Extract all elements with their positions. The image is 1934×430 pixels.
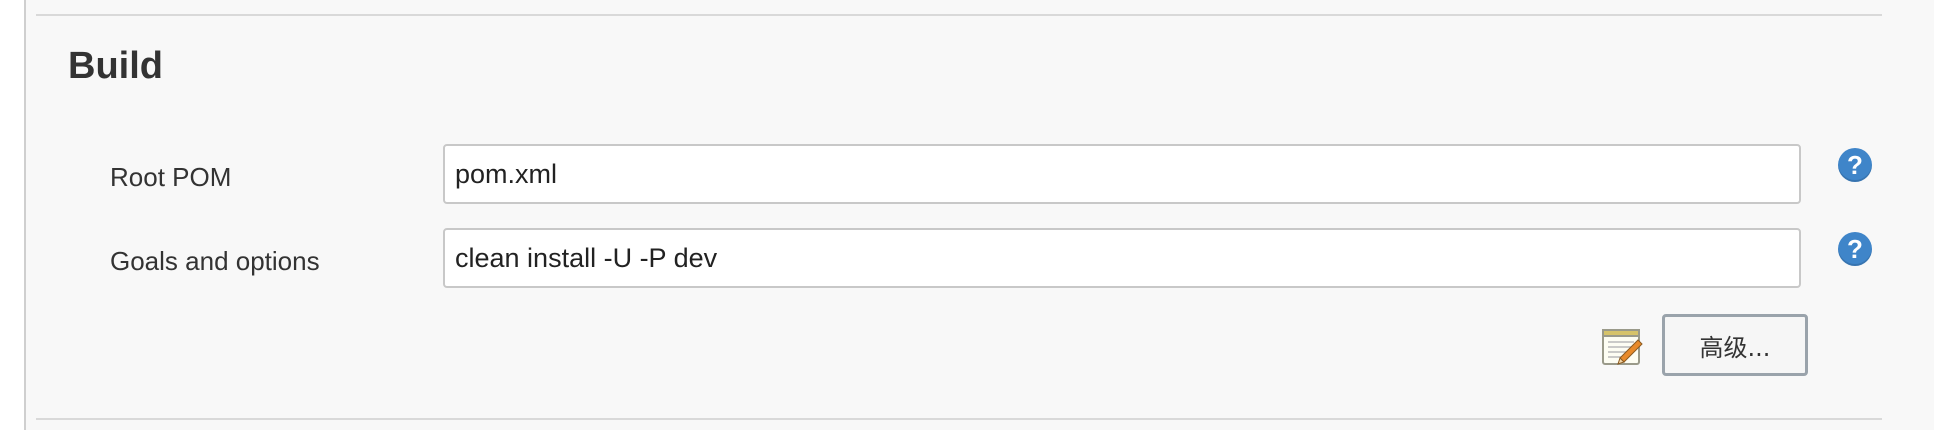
build-section: Build Root POM ? Goals and options ? 高级.… [24,0,1934,430]
goals-options-label: Goals and options [110,246,320,276]
notepad-icon[interactable] [1600,324,1646,368]
root-pom-label: Root POM [110,162,232,192]
goals-options-help-icon[interactable]: ? [1838,232,1872,266]
root-pom-help-icon[interactable]: ? [1838,148,1872,182]
root-pom-input[interactable] [443,144,1801,204]
goals-options-input[interactable] [443,228,1801,288]
advanced-button[interactable]: 高级... [1662,314,1808,376]
section-title: Build [68,45,163,87]
section-divider-bottom [36,418,1882,420]
section-divider-top [36,14,1882,16]
